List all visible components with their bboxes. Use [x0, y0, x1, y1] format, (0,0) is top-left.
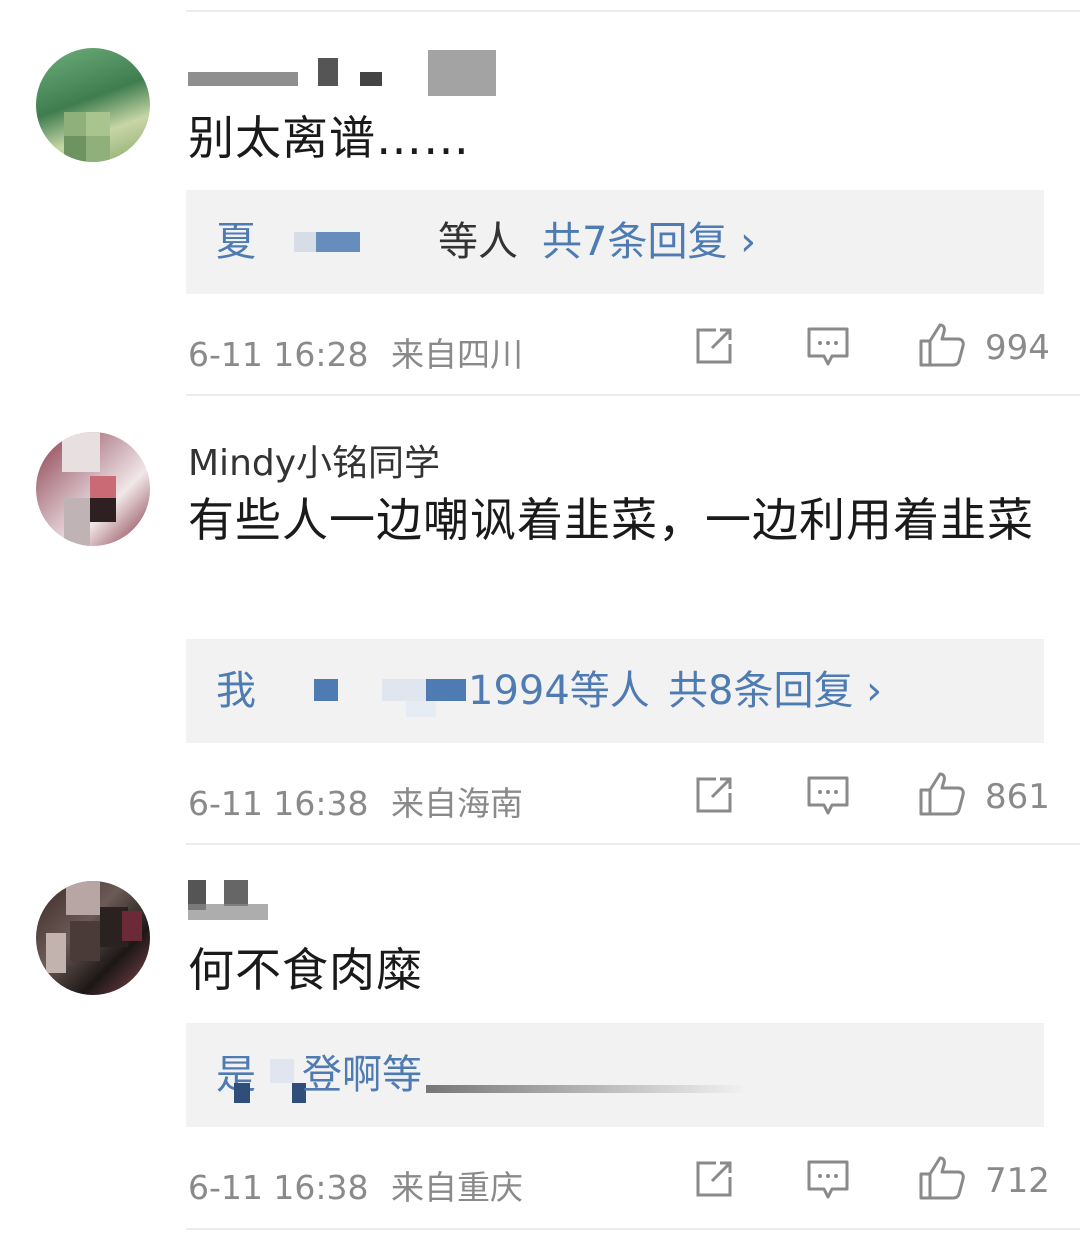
comment-icon[interactable] [806, 775, 850, 817]
comment-meta: 6-11 16:38 来自重庆 [188, 1161, 523, 1209]
share-icon[interactable] [694, 775, 734, 815]
like-count: 712 [985, 1161, 1050, 1201]
share-icon[interactable] [694, 326, 734, 366]
like-count: 861 [985, 777, 1050, 817]
timestamp: 6-11 16:28 [188, 335, 369, 374]
comment-icon[interactable] [806, 1159, 850, 1201]
avatar[interactable] [36, 432, 150, 546]
view-replies-link[interactable]: 共8条回复 › [668, 665, 882, 717]
reply-summary[interactable]: 我 1994等人 共8条回复 › [186, 639, 1044, 743]
reply-summary[interactable]: 夏 等人 共7条回复 › [186, 190, 1044, 294]
reply-suffix: 登啊等 [302, 1052, 422, 1098]
reply-suffix: 1994等人 [468, 668, 650, 714]
thumbs-up-icon[interactable] [918, 771, 966, 817]
bottom-divider [186, 1228, 1080, 1230]
top-divider [186, 10, 1080, 12]
comment-divider [186, 843, 1080, 845]
reply-author-prefix[interactable]: 我 [216, 665, 256, 717]
username[interactable]: Mindy小铭同学 [188, 434, 440, 486]
like-count: 994 [985, 328, 1050, 368]
comment-divider [186, 394, 1080, 396]
avatar[interactable] [36, 881, 150, 995]
thumbs-up-icon[interactable] [918, 1155, 966, 1201]
comment-text: 有些人一边嘲讽着韭菜，一边利用着韭菜 [188, 493, 1034, 547]
reply-fade [426, 1085, 746, 1093]
location: 来自重庆 [391, 1168, 523, 1207]
share-icon[interactable] [694, 1159, 734, 1199]
location: 来自四川 [391, 335, 523, 374]
location: 来自海南 [391, 784, 523, 823]
comment-text: 何不食肉糜 [188, 943, 423, 997]
comment-icon[interactable] [806, 326, 850, 368]
avatar[interactable] [36, 48, 150, 162]
thumbs-up-icon[interactable] [918, 322, 966, 368]
comment-text: 别太离谱…… [188, 111, 470, 165]
comment-meta: 6-11 16:28 来自四川 [188, 328, 523, 376]
reply-suffix: 等人 [438, 219, 518, 265]
timestamp: 6-11 16:38 [188, 1168, 369, 1207]
reply-author-prefix[interactable]: 夏 [216, 216, 256, 268]
comment-meta: 6-11 16:38 来自海南 [188, 777, 523, 825]
view-replies-link[interactable]: 共7条回复 › [542, 216, 756, 268]
reply-summary[interactable]: 是 登啊等 [186, 1023, 1044, 1127]
timestamp: 6-11 16:38 [188, 784, 369, 823]
